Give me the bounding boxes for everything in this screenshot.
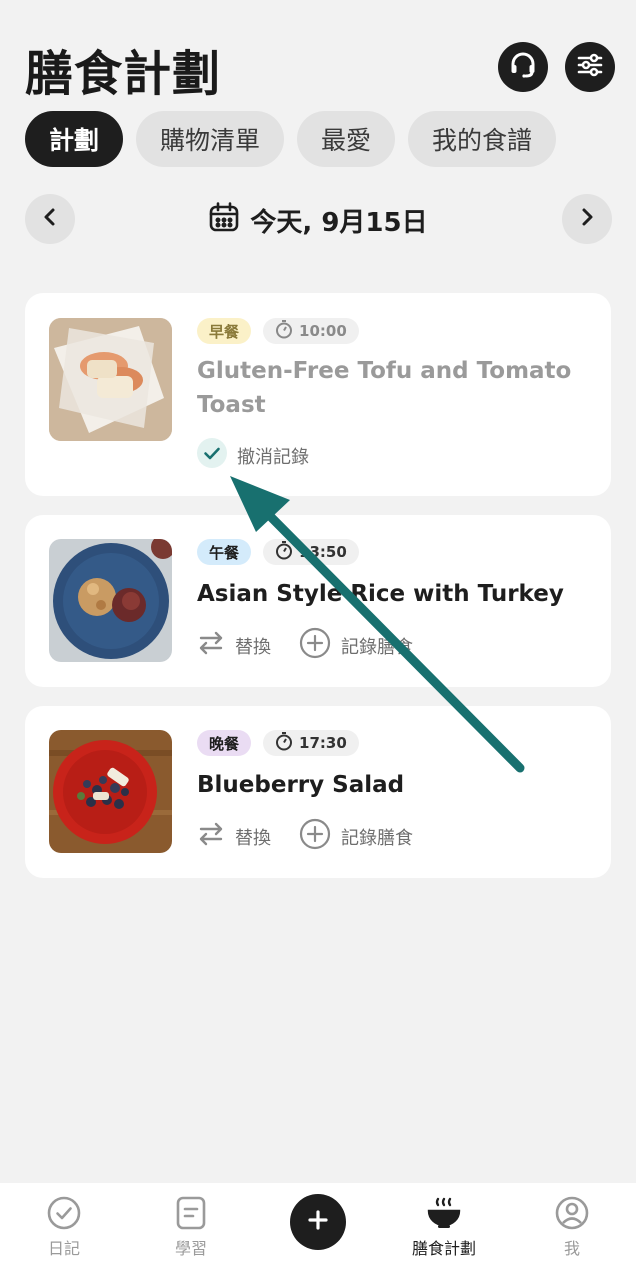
tab-me-label: 我 — [563, 1239, 580, 1258]
meal-time-badge: 10:00 — [263, 318, 359, 344]
plus-circle-icon — [299, 627, 331, 664]
meal-title[interactable]: Asian Style Rice with Turkey — [197, 577, 587, 611]
swap-arrows-icon — [197, 820, 225, 853]
log-meal-label: 記錄膳食 — [341, 636, 413, 658]
tab-diary-label: 日記 — [47, 1239, 80, 1258]
document-icon — [136, 1193, 246, 1233]
tab-diary[interactable]: 日記 — [9, 1193, 119, 1259]
log-meal-label: 記錄膳食 — [341, 827, 413, 849]
meal-card-lunch[interactable]: 午餐 13:50 Asian Style Rice with Turkey 替換… — [25, 515, 611, 687]
bottom-tab-bar: 日記 學習 膳食計劃 我 — [0, 1183, 636, 1280]
swap-button[interactable]: 替換 — [197, 629, 271, 662]
next-day-button[interactable] — [562, 194, 612, 244]
log-meal-button[interactable]: 記錄膳食 — [299, 627, 413, 664]
meal-actions: 替換 記錄膳食 — [197, 818, 413, 855]
meal-title[interactable]: Gluten-Free Tofu and Tomato Toast — [197, 354, 587, 422]
swap-button[interactable]: 替換 — [197, 820, 271, 853]
meal-time-badge: 17:30 — [263, 730, 359, 756]
date-label: 今天, 9月15日 — [250, 208, 428, 238]
meal-time: 17:30 — [299, 734, 347, 752]
plus-circle-icon — [299, 818, 331, 855]
meal-image-rice-turkey — [49, 539, 172, 662]
date-navigator: 今天, 9月15日 — [0, 193, 636, 247]
meal-actions: 撤消記錄 — [197, 438, 309, 473]
swap-label: 替換 — [235, 636, 271, 658]
meal-type-badge: 晚餐 — [197, 730, 252, 756]
tab-meal-plan[interactable]: 膳食計劃 — [389, 1193, 499, 1259]
meal-time: 10:00 — [299, 322, 347, 340]
tab-bar: 計劃 購物清單 最愛 我的食譜 — [25, 111, 557, 167]
sliders-icon — [575, 50, 605, 84]
page-title: 膳食計劃 — [25, 46, 222, 102]
tab-learn[interactable]: 學習 — [136, 1193, 246, 1259]
tab-learn-label: 學習 — [174, 1239, 207, 1258]
meal-card-breakfast[interactable]: 早餐 10:00 Gluten-Free Tofu and Tomato Toa… — [25, 293, 611, 496]
chevron-right-icon — [577, 207, 597, 231]
swap-arrows-icon — [197, 629, 225, 662]
meal-title[interactable]: Blueberry Salad — [197, 768, 587, 802]
stopwatch-icon — [275, 540, 293, 564]
undo-log-label: 撤消記錄 — [237, 446, 309, 468]
plus-icon — [307, 1209, 329, 1235]
stopwatch-icon — [275, 319, 293, 343]
meal-time-badge: 13:50 — [263, 539, 359, 565]
meal-image-tofu-toast — [49, 318, 172, 441]
log-meal-button[interactable]: 記錄膳食 — [299, 818, 413, 855]
stopwatch-icon — [275, 731, 293, 755]
undo-log-button[interactable]: 撤消記錄 — [197, 438, 309, 473]
tab-meal-plan-label: 膳食計劃 — [411, 1239, 476, 1258]
tab-shopping-list[interactable]: 購物清單 — [136, 111, 285, 167]
meal-actions: 替換 記錄膳食 — [197, 627, 413, 664]
meal-tags: 晚餐 17:30 — [197, 730, 359, 756]
bowl-icon — [389, 1193, 499, 1233]
date-display[interactable]: 今天, 9月15日 — [0, 201, 636, 240]
meal-image-blueberry-salad — [49, 730, 172, 853]
tab-me[interactable]: 我 — [517, 1193, 627, 1259]
tab-my-recipes[interactable]: 我的食譜 — [408, 111, 557, 167]
tab-plan[interactable]: 計劃 — [25, 111, 124, 167]
add-button[interactable] — [290, 1194, 346, 1250]
settings-button[interactable] — [565, 42, 615, 92]
meal-time: 13:50 — [299, 543, 347, 561]
support-button[interactable] — [498, 42, 548, 92]
meal-card-dinner[interactable]: 晚餐 17:30 Blueberry Salad 替換 記錄膳食 — [25, 706, 611, 878]
headset-icon — [508, 50, 538, 84]
tab-favorites[interactable]: 最愛 — [297, 111, 396, 167]
check-circle-icon — [9, 1193, 119, 1233]
swap-label: 替換 — [235, 827, 271, 849]
profile-icon — [517, 1193, 627, 1233]
meal-type-badge: 早餐 — [197, 318, 252, 344]
header: 膳食計劃 — [0, 0, 636, 110]
check-circle-icon — [197, 438, 227, 473]
meal-tags: 早餐 10:00 — [197, 318, 359, 344]
meal-tags: 午餐 13:50 — [197, 539, 359, 565]
meal-type-badge: 午餐 — [197, 539, 252, 565]
calendar-icon — [208, 201, 240, 240]
